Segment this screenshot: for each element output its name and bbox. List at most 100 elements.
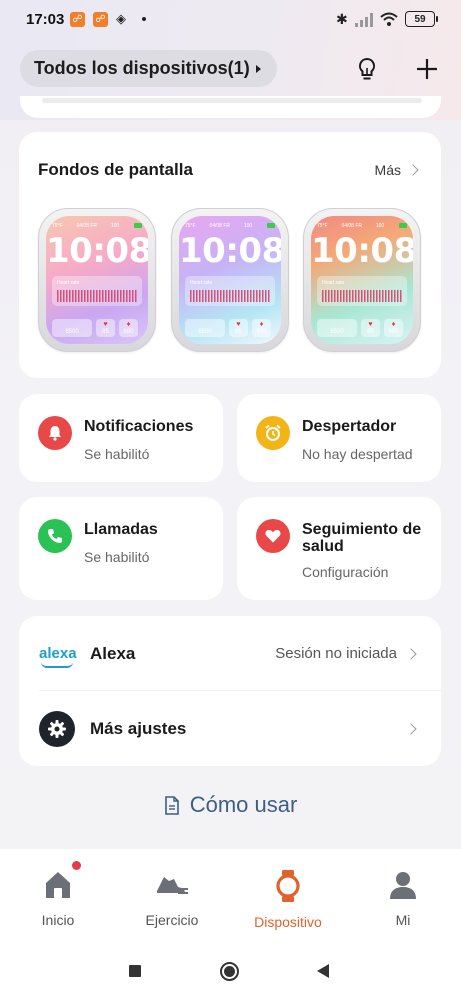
gear-icon [39, 710, 75, 747]
device-selector[interactable]: Todos los dispositivos(1) [20, 50, 277, 87]
health-tracking-title: Seguimiento de salud [302, 521, 422, 555]
flame-icon: ♦ [391, 321, 396, 328]
nav-home-label: Inicio [41, 912, 75, 928]
face-time: 10:08 [311, 231, 413, 271]
watch-face-3[interactable]: 75°F 04/08 FR 100 10:08 Heart rate 8500 ♥ 8… [303, 208, 421, 352]
watch-icon [276, 870, 300, 902]
caret-right-icon [255, 64, 261, 73]
flame-icon: ♦ [259, 321, 264, 328]
heart-rate-label: Heart rate [57, 280, 80, 286]
status-bar: 17:03 ☍ ☍ ◈ ✱ 59 [0, 0, 461, 40]
wallpapers-more-link[interactable]: Más [375, 162, 419, 178]
face-temp: 75°F [317, 223, 328, 229]
alexa-logo: alexa [39, 645, 77, 662]
chevron-right-icon [407, 164, 419, 176]
face-time: 10:08 [179, 231, 281, 271]
alexa-status: Sesión no iniciada [275, 645, 397, 662]
notifications-card[interactable]: Notificaciones Se habilitó [19, 394, 223, 482]
more-notifications-dot [142, 17, 146, 21]
back-button[interactable] [317, 964, 329, 978]
alarm-clock-icon [256, 416, 290, 450]
nav-exercise[interactable]: Ejercicio [122, 869, 222, 928]
steps-value: 8500 [65, 329, 79, 335]
steps-tile: 8500 [52, 319, 92, 337]
heart-rate-bars [322, 290, 402, 302]
bell-icon [38, 416, 72, 450]
signal-icon [355, 13, 373, 27]
recents-button[interactable] [129, 965, 141, 977]
watch-face-2[interactable]: 75°F 04/08 FR 100 10:08 Heart rate 8500 ♥ 8… [171, 208, 289, 352]
calories-value: 680 [388, 329, 399, 335]
heart-tile: ♥ 85 [229, 319, 248, 337]
heart-value: 85 [367, 329, 374, 335]
health-tracking-status: Configuración [302, 564, 389, 580]
heart-icon: ♥ [236, 321, 241, 328]
calories-tile: ♦ 680 [119, 319, 138, 337]
shoe-icon [157, 877, 188, 894]
lightbulb-icon[interactable] [353, 55, 381, 83]
heart-icon: ♥ [103, 321, 108, 328]
notifications-title: Notificaciones [84, 418, 194, 435]
wallpapers-title: Fondos de pantalla [38, 160, 193, 179]
nav-device[interactable]: Dispositivo [238, 869, 338, 930]
heart-rate-label: Heart rate [322, 280, 345, 286]
add-icon[interactable] [413, 55, 441, 83]
face-battery: 100 [375, 223, 385, 229]
alexa-status-wrap: Sesión no iniciada [275, 645, 417, 662]
face-date: 04/08 FR [76, 223, 98, 229]
flame-icon: ♦ [126, 321, 131, 328]
system-navigation-bar [0, 945, 461, 1000]
wallpapers-card: Fondos de pantalla Más 75°F 04/08 FR 100 1… [19, 132, 441, 378]
device-card-edge [42, 98, 422, 103]
phone-icon [38, 519, 72, 553]
alarm-card[interactable]: Despertador No hay despertad [237, 394, 441, 482]
more-settings-row[interactable]: Más ajustes [19, 691, 441, 766]
heart-icon: ♥ [368, 321, 373, 328]
steps-tile: 8500 [317, 319, 357, 337]
notification-app-icon: ☍ [93, 12, 108, 27]
layers-icon: ◈ [116, 11, 126, 26]
face-time: 10:08 [46, 231, 148, 271]
steps-tile: 8500 [185, 319, 225, 337]
calories-tile: ♦ 680 [384, 319, 403, 337]
heart-tile: ♥ 85 [361, 319, 380, 337]
nav-me[interactable]: Mi [353, 869, 453, 928]
face-date: 04/08 FR [341, 223, 363, 229]
device-selector-label: Todos los dispositivos(1) [34, 58, 250, 78]
more-settings-title: Más ajustes [90, 718, 187, 738]
alexa-title: Alexa [90, 643, 136, 663]
notification-app-icon: ☍ [70, 12, 85, 27]
calories-tile: ♦ 680 [252, 319, 271, 337]
calories-value: 680 [256, 329, 267, 335]
face-temp: 75°F [185, 223, 196, 229]
notification-badge [72, 861, 81, 870]
heart-rate-panel: Heart rate [52, 276, 142, 306]
more-settings-chevron-wrap [405, 722, 417, 735]
calls-title: Llamadas [84, 521, 158, 538]
alexa-row[interactable]: alexa Alexa Sesión no iniciada [19, 616, 441, 691]
face-battery: 100 [110, 223, 120, 229]
heart-icon [256, 519, 290, 553]
document-icon [164, 795, 179, 815]
battery-icon [134, 223, 142, 228]
battery-icon: 59 [405, 11, 438, 27]
health-tracking-card[interactable]: Seguimiento de salud Configuración [237, 497, 441, 600]
wifi-icon [380, 12, 398, 26]
nav-exercise-label: Ejercicio [145, 912, 199, 928]
nav-home[interactable]: Inicio [8, 869, 108, 928]
chevron-right-icon [405, 647, 417, 660]
heart-value: 85 [102, 329, 109, 335]
how-to-use-link[interactable]: Cómo usar [0, 792, 461, 818]
alarm-title: Despertador [302, 418, 397, 435]
calls-status: Se habilitó [84, 549, 150, 565]
battery-icon [267, 223, 275, 228]
heart-tile: ♥ 85 [96, 319, 115, 337]
heart-rate-label: Heart rate [190, 280, 213, 286]
calls-card[interactable]: Llamadas Se habilitó [19, 497, 223, 600]
heart-rate-bars [190, 290, 270, 302]
face-temp: 75°F [52, 223, 63, 229]
battery-icon [399, 223, 407, 228]
watch-face-1[interactable]: 75°F 04/08 FR 100 10:08 Heart rate 8500 ♥ 8… [38, 208, 156, 352]
home-icon [46, 872, 70, 898]
home-button[interactable] [220, 962, 239, 981]
